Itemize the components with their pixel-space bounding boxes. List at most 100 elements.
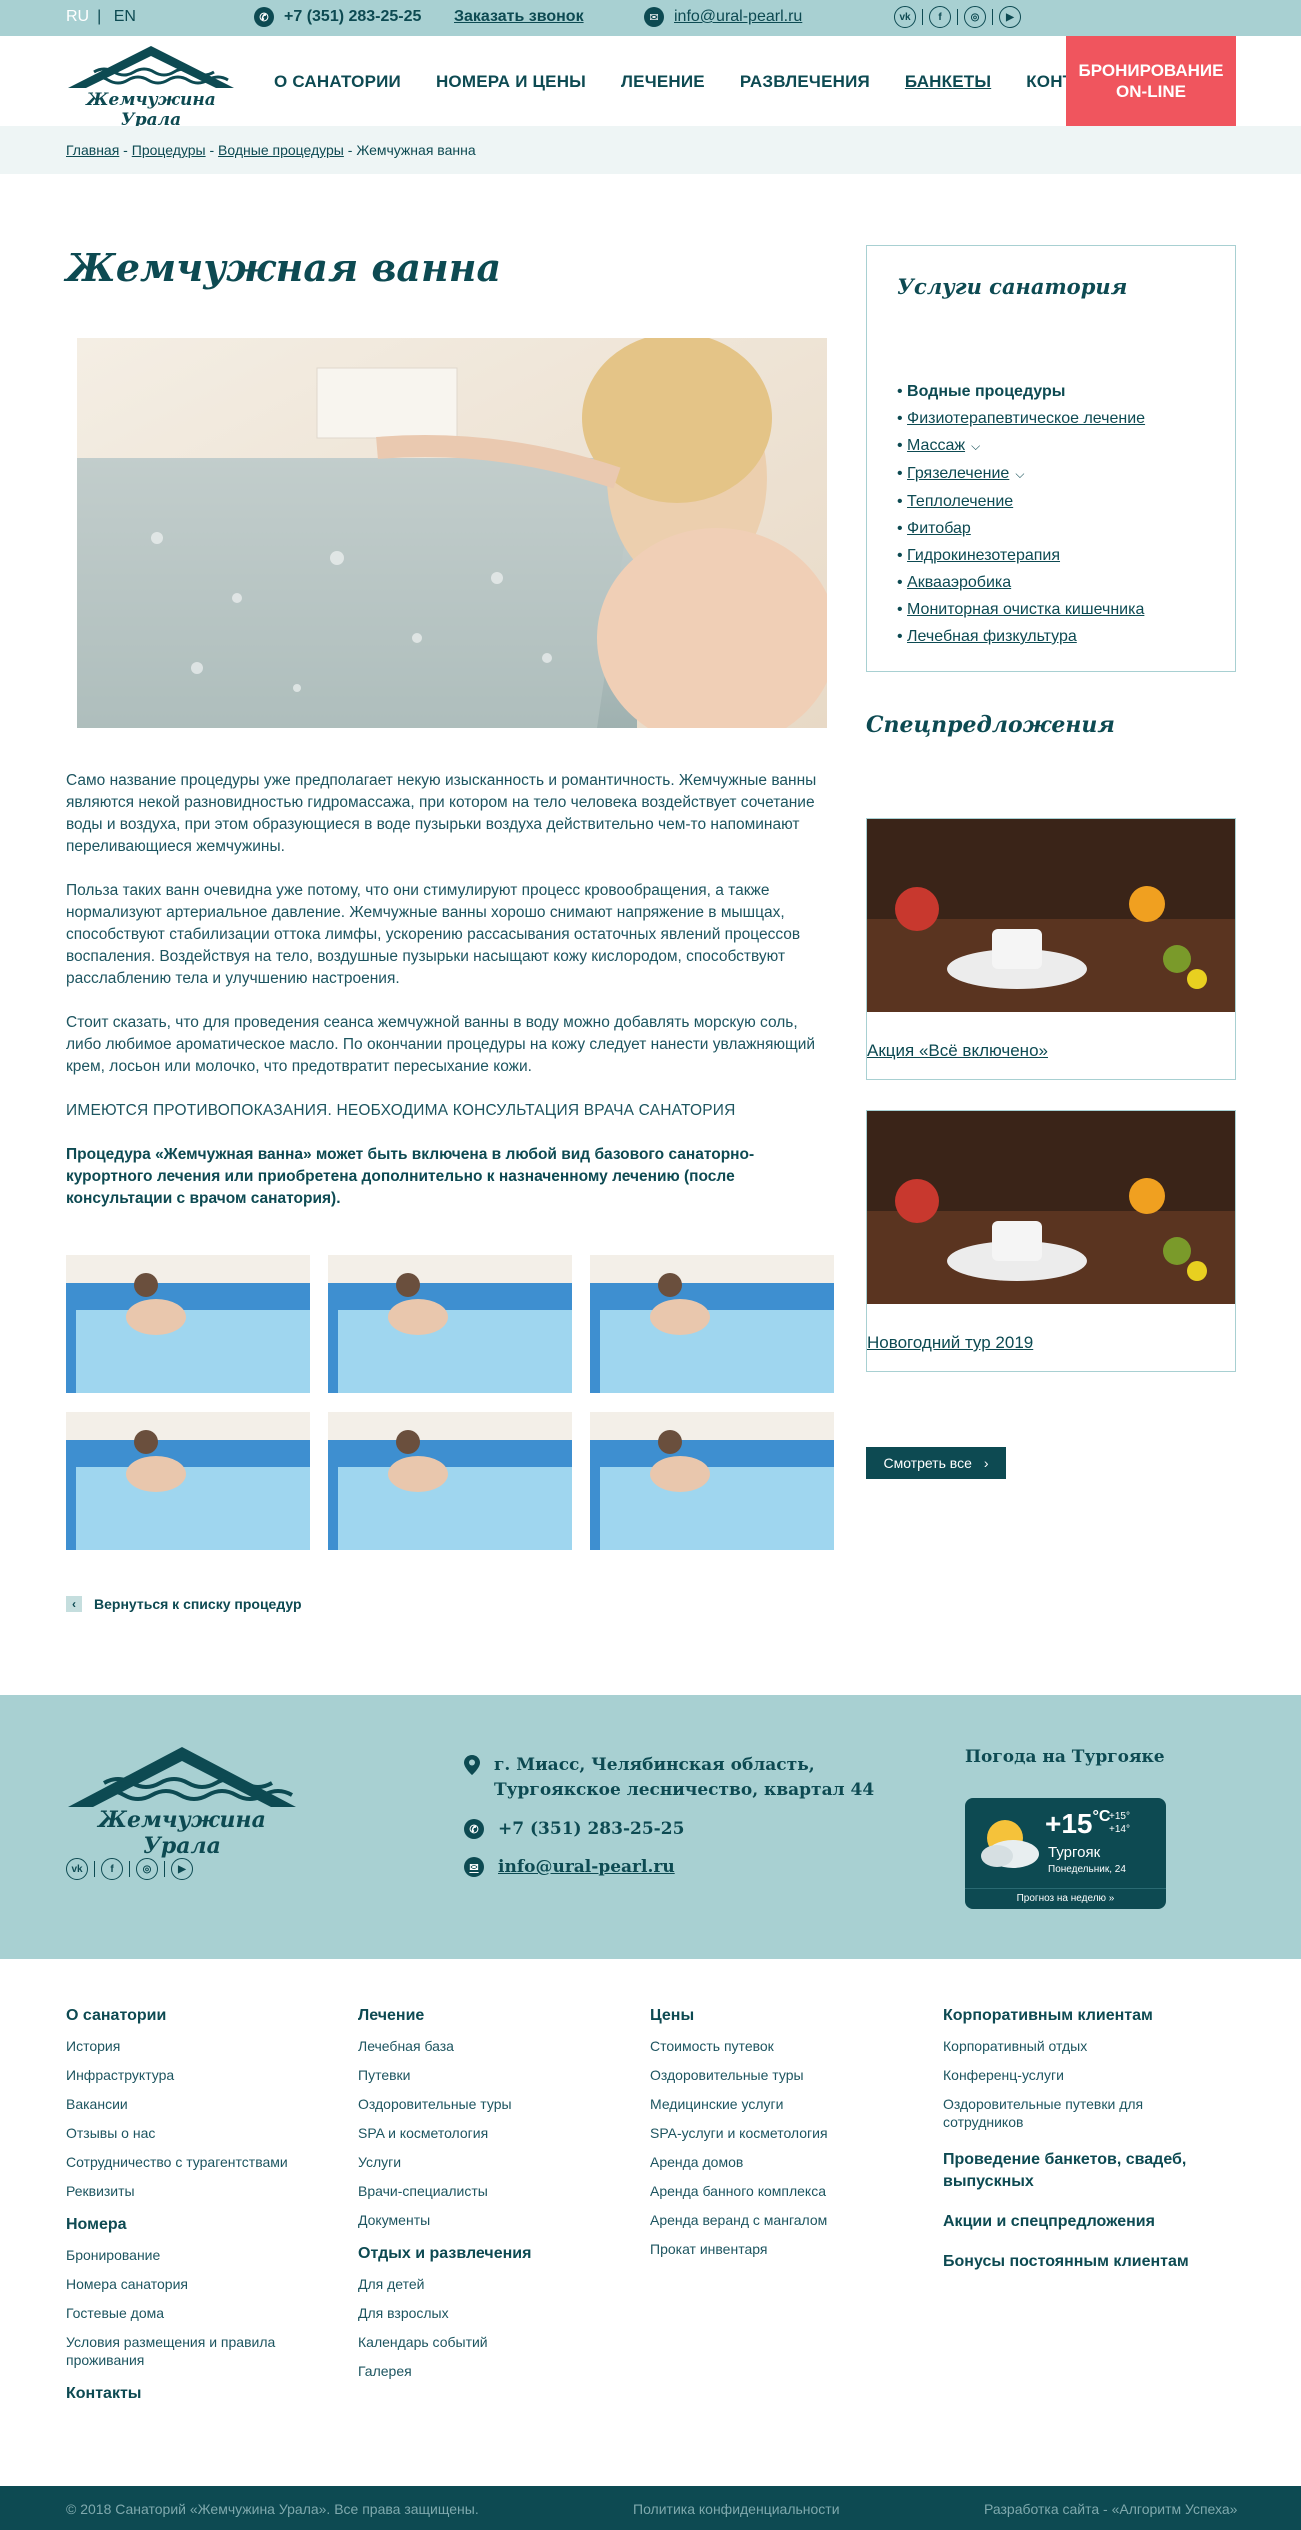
service-item[interactable]: Грязелечение ⌵ — [897, 460, 1145, 488]
footer-phone[interactable]: ✆ +7 (351) 283-25-25 — [464, 1819, 684, 1839]
privacy-policy-link[interactable]: Политика конфиденциальности — [633, 2501, 840, 2517]
footer-heading[interactable]: Проведение банкетов, свадеб, выпускных — [943, 2149, 1203, 2193]
service-item[interactable]: Физиотерапевтическое лечение — [897, 405, 1145, 432]
footer-link[interactable]: Аренда веранд с мангалом — [650, 2211, 910, 2229]
top-email[interactable]: ✉ info@ural-pearl.ru — [644, 7, 802, 27]
service-item[interactable]: Массаж ⌵ — [897, 432, 1145, 460]
footer-link[interactable]: Корпоративный отдых — [943, 2037, 1203, 2055]
vk-icon[interactable]: vk — [66, 1858, 88, 1880]
footer-link[interactable]: SPA-услуги и косметология — [650, 2124, 910, 2142]
footer-heading[interactable]: Акции и спецпредложения — [943, 2211, 1203, 2233]
footer-link[interactable]: Врачи-специалисты — [358, 2182, 618, 2200]
see-all-button[interactable]: Смотреть все › — [866, 1447, 1006, 1479]
service-link[interactable]: Теплолечение — [907, 493, 1013, 510]
footer-link[interactable]: Оздоровительные туры — [650, 2066, 910, 2084]
nav-entertainment[interactable]: РАЗВЛЕЧЕНИЯ — [740, 72, 870, 92]
booking-online-button[interactable]: БРОНИРОВАНИЕ ON-LINE — [1066, 36, 1236, 126]
footer-link[interactable]: Реквизиты — [66, 2182, 326, 2200]
service-link[interactable]: Мониторная очистка кишечника — [907, 601, 1144, 618]
gallery-thumbnail[interactable] — [590, 1255, 834, 1393]
footer-link[interactable]: Для взрослых — [358, 2304, 618, 2322]
footer-link[interactable]: Вакансии — [66, 2095, 326, 2113]
service-link[interactable]: Грязелечение — [907, 465, 1009, 482]
footer-logo[interactable]: Жемчужина Урала — [66, 1743, 298, 1859]
footer-link[interactable]: Аренда банного комплекса — [650, 2182, 910, 2200]
footer-heading[interactable]: Отдых и развлечения — [358, 2245, 618, 2263]
service-item[interactable]: Водные процедуры — [897, 378, 1145, 405]
gallery-thumbnail[interactable] — [328, 1412, 572, 1550]
breadcrumb-procedures[interactable]: Процедуры — [132, 142, 206, 158]
footer-link[interactable]: Медицинские услуги — [650, 2095, 910, 2113]
footer-link[interactable]: Условия размещения и правила проживания — [66, 2333, 306, 2369]
service-link[interactable]: Фитобар — [907, 520, 971, 537]
service-link[interactable]: Лечебная физкультура — [907, 628, 1077, 645]
footer-heading[interactable]: О санатории — [66, 2007, 326, 2025]
top-phone[interactable]: ✆ +7 (351) 283-25-25 — [254, 7, 421, 27]
footer-link[interactable]: Путевки — [358, 2066, 618, 2084]
lang-en[interactable]: EN — [114, 8, 136, 25]
facebook-icon[interactable]: f — [101, 1858, 123, 1880]
footer-heading[interactable]: Цены — [650, 2007, 910, 2025]
service-item[interactable]: Мониторная очистка кишечника — [897, 596, 1145, 623]
offer-card[interactable]: Новогодний тур 2019 — [866, 1110, 1236, 1372]
service-item[interactable]: Аквааэробика — [897, 569, 1145, 596]
footer-heading[interactable]: Номера — [66, 2216, 326, 2234]
nav-treatment[interactable]: ЛЕЧЕНИЕ — [621, 72, 705, 92]
footer-link[interactable]: Отзывы о нас — [66, 2124, 326, 2142]
offer-caption[interactable]: Акция «Всё включено» — [867, 1041, 1048, 1061]
footer-link[interactable]: SPA и косметология — [358, 2124, 618, 2142]
footer-link[interactable]: Для детей — [358, 2275, 618, 2293]
service-item[interactable]: Гидрокинезотерапия — [897, 542, 1145, 569]
footer-heading[interactable]: Контакты — [66, 2385, 326, 2403]
breadcrumb-home[interactable]: Главная — [66, 142, 119, 158]
footer-link[interactable]: Сотрудничество с турагентствами — [66, 2153, 326, 2171]
gallery-thumbnail[interactable] — [590, 1412, 834, 1550]
vk-icon[interactable]: vk — [894, 6, 916, 28]
weather-week-forecast-link[interactable]: Прогноз на неделю » — [965, 1888, 1166, 1904]
youtube-icon[interactable]: ▶ — [999, 6, 1021, 28]
gallery-thumbnail[interactable] — [66, 1255, 310, 1393]
call-request-link[interactable]: Заказать звонок — [454, 8, 584, 26]
youtube-icon[interactable]: ▶ — [171, 1858, 193, 1880]
footer-link[interactable]: Аренда домов — [650, 2153, 910, 2171]
footer-heading[interactable]: Лечение — [358, 2007, 618, 2025]
site-logo[interactable]: Жемчужина Урала — [66, 42, 236, 130]
service-item[interactable]: Теплолечение — [897, 488, 1145, 515]
footer-link[interactable]: Галерея — [358, 2362, 618, 2380]
lang-ru[interactable]: RU — [66, 8, 89, 25]
breadcrumb-water[interactable]: Водные процедуры — [218, 142, 344, 158]
footer-link[interactable]: Оздоровительные туры — [358, 2095, 618, 2113]
footer-link[interactable]: Прокат инвентаря — [650, 2240, 910, 2258]
footer-link[interactable]: Календарь событий — [358, 2333, 618, 2351]
footer-link[interactable]: Лечебная база — [358, 2037, 618, 2055]
gallery-thumbnail[interactable] — [328, 1255, 572, 1393]
service-link[interactable]: Гидрокинезотерапия — [907, 547, 1060, 564]
footer-email[interactable]: ✉ info@ural-pearl.ru — [464, 1857, 675, 1877]
footer-link[interactable]: Гостевые дома — [66, 2304, 326, 2322]
footer-link[interactable]: Стоимость путевок — [650, 2037, 910, 2055]
service-link[interactable]: Массаж — [907, 437, 965, 454]
footer-heading[interactable]: Корпоративным клиентам — [943, 2007, 1203, 2025]
offer-caption[interactable]: Новогодний тур 2019 — [867, 1333, 1033, 1353]
service-item[interactable]: Фитобар — [897, 515, 1145, 542]
developer-link[interactable]: Разработка сайта - «Алгоритм Успеха» — [984, 2501, 1237, 2517]
service-link[interactable]: Физиотерапевтическое лечение — [907, 410, 1145, 427]
service-link[interactable]: Аквааэробика — [907, 574, 1011, 591]
footer-link[interactable]: Конференц-услуги — [943, 2066, 1203, 2084]
service-link[interactable]: Водные процедуры — [907, 383, 1065, 400]
nav-banquets[interactable]: БАНКЕТЫ — [905, 72, 991, 92]
chevron-down-icon[interactable]: ⌵ — [1015, 467, 1024, 481]
nav-about[interactable]: О САНАТОРИИ — [274, 72, 401, 92]
footer-link[interactable]: Документы — [358, 2211, 618, 2229]
service-item[interactable]: Лечебная физкультура — [897, 623, 1145, 650]
footer-link[interactable]: Услуги — [358, 2153, 618, 2171]
chevron-down-icon[interactable]: ⌵ — [971, 439, 980, 453]
footer-heading[interactable]: Бонусы постоянным клиентам — [943, 2251, 1203, 2273]
footer-link[interactable]: История — [66, 2037, 326, 2055]
instagram-icon[interactable]: ◎ — [136, 1858, 158, 1880]
facebook-icon[interactable]: f — [929, 6, 951, 28]
footer-link[interactable]: Бронирование — [66, 2246, 326, 2264]
instagram-icon[interactable]: ◎ — [964, 6, 986, 28]
footer-link[interactable]: Номера санатория — [66, 2275, 326, 2293]
offer-card[interactable]: Акция «Всё включено» — [866, 818, 1236, 1080]
